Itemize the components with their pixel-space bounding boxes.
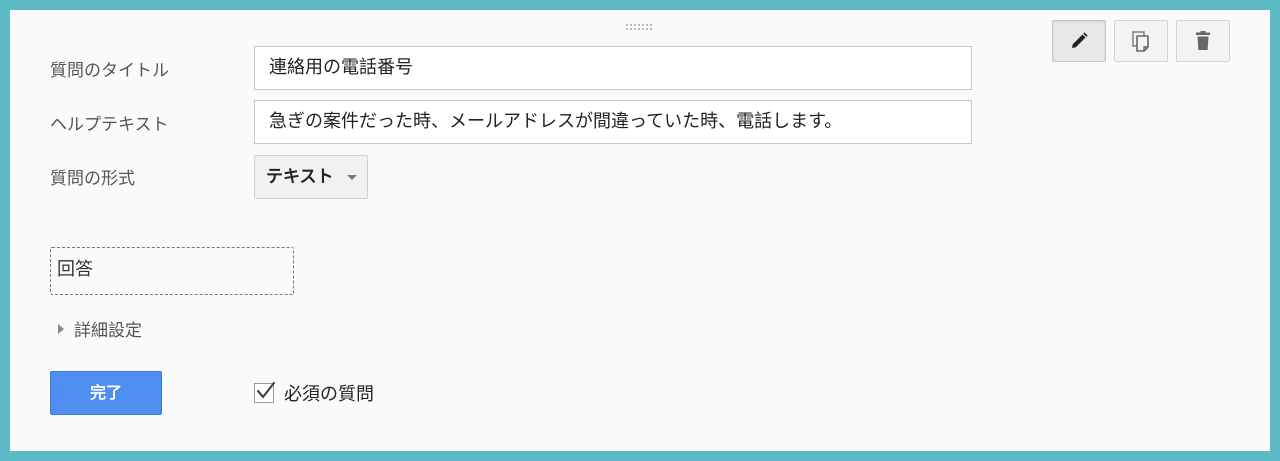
question-type-value: テキスト xyxy=(266,167,334,187)
question-toolbar xyxy=(1052,20,1230,62)
advanced-settings-toggle[interactable]: 詳細設定 xyxy=(58,316,142,341)
delete-button[interactable] xyxy=(1176,20,1230,62)
edit-button[interactable] xyxy=(1052,20,1106,62)
answer-preview: 回答 xyxy=(50,247,294,295)
title-label: 質問のタイトル xyxy=(50,61,169,81)
done-button[interactable]: 完了 xyxy=(50,371,162,415)
drag-handle-icon[interactable] xyxy=(626,24,654,34)
question-edit-card: 質問のタイトル 連絡用の電話番号 ヘルプテキスト 急ぎの案件だった時、メールアド… xyxy=(10,10,1270,451)
question-type-label: 質問の形式 xyxy=(50,169,135,189)
required-question-toggle[interactable]: 必須の質問 xyxy=(254,380,374,406)
trash-icon xyxy=(1196,31,1210,50)
title-input[interactable]: 連絡用の電話番号 xyxy=(254,46,972,90)
pencil-icon xyxy=(1072,32,1088,48)
checkmark-icon xyxy=(256,381,276,399)
required-checkbox[interactable] xyxy=(254,381,276,403)
duplicate-button[interactable] xyxy=(1114,20,1168,62)
required-question-label: 必須の質問 xyxy=(284,384,374,405)
chevron-down-icon xyxy=(347,175,357,180)
help-text-label: ヘルプテキスト xyxy=(50,115,169,135)
triangle-right-icon xyxy=(58,323,64,334)
question-type-select[interactable]: テキスト xyxy=(254,155,368,199)
advanced-settings-label: 詳細設定 xyxy=(74,321,142,341)
duplicate-icon xyxy=(1132,31,1149,52)
help-text-input[interactable]: 急ぎの案件だった時、メールアドレスが間違っていた時、電話します。 xyxy=(254,100,972,144)
